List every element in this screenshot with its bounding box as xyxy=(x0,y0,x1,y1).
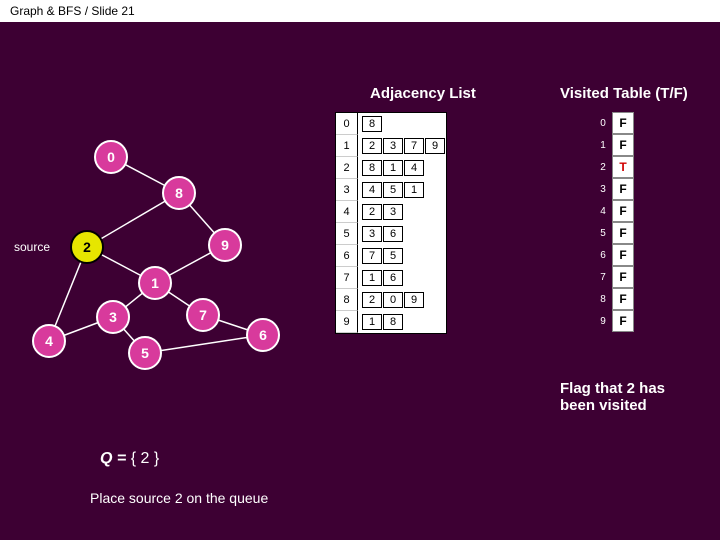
adj-cell: 1 xyxy=(383,160,403,176)
visited-row: 9F xyxy=(594,310,634,332)
visited-index: 0 xyxy=(594,112,612,134)
adj-cell: 3 xyxy=(383,204,403,220)
queue-line: Q = { 2 } xyxy=(100,450,159,468)
adj-row: 536 xyxy=(336,223,446,245)
visited-cell: F xyxy=(612,310,634,332)
adj-cell: 4 xyxy=(362,182,382,198)
node-9: 9 xyxy=(208,228,242,262)
adj-cell: 3 xyxy=(362,226,382,242)
adj-index: 2 xyxy=(336,157,358,179)
adj-cell: 7 xyxy=(362,248,382,264)
visited-row: 2T xyxy=(594,156,634,178)
visited-row: 1F xyxy=(594,134,634,156)
adj-cell: 1 xyxy=(362,270,382,286)
node-0: 0 xyxy=(94,140,128,174)
slide-header: Graph & BFS / Slide 21 xyxy=(0,0,720,22)
adj-row: 675 xyxy=(336,245,446,267)
node-2: 2 xyxy=(70,230,104,264)
visited-row: 4F xyxy=(594,200,634,222)
adj-index: 4 xyxy=(336,201,358,223)
adj-index: 1 xyxy=(336,135,358,157)
visited-table: 0F1F2T3F4F5F6F7F8F9F xyxy=(594,112,634,332)
adj-cell: 6 xyxy=(383,270,403,286)
visited-cell: F xyxy=(612,222,634,244)
adj-cell: 9 xyxy=(425,138,445,154)
adj-row: 2814 xyxy=(336,157,446,179)
adj-row: 716 xyxy=(336,267,446,289)
visited-cell: F xyxy=(612,288,634,310)
visited-index: 1 xyxy=(594,134,612,156)
adj-cell: 2 xyxy=(362,138,382,154)
node-8: 8 xyxy=(162,176,196,210)
adj-index: 9 xyxy=(336,311,358,333)
visited-row: 6F xyxy=(594,244,634,266)
node-6: 6 xyxy=(246,318,280,352)
visited-index: 7 xyxy=(594,266,612,288)
visited-cell: F xyxy=(612,266,634,288)
adj-index: 3 xyxy=(336,179,358,201)
adj-row: 12379 xyxy=(336,135,446,157)
adj-index: 6 xyxy=(336,245,358,267)
visited-row: 7F xyxy=(594,266,634,288)
visited-index: 6 xyxy=(594,244,612,266)
adj-index: 5 xyxy=(336,223,358,245)
adjacency-list: 0812379281434514235366757168209918 xyxy=(335,112,447,334)
visited-index: 3 xyxy=(594,178,612,200)
visited-cell: F xyxy=(612,244,634,266)
adj-index: 8 xyxy=(336,289,358,311)
adj-cell: 8 xyxy=(362,116,382,132)
flag-annotation: Flag that 2 has been visited xyxy=(560,380,700,414)
node-4: 4 xyxy=(32,324,66,358)
visited-cell: F xyxy=(612,200,634,222)
queue-content: { 2 } xyxy=(131,450,159,467)
node-3: 3 xyxy=(96,300,130,334)
adj-cell: 7 xyxy=(404,138,424,154)
adjacency-title: Adjacency List xyxy=(370,85,476,102)
adj-cell: 5 xyxy=(383,182,403,198)
visited-row: 8F xyxy=(594,288,634,310)
adj-cell: 9 xyxy=(404,292,424,308)
visited-title: Visited Table (T/F) xyxy=(560,85,688,102)
adj-index: 7 xyxy=(336,267,358,289)
visited-cell: F xyxy=(612,112,634,134)
visited-index: 8 xyxy=(594,288,612,310)
visited-row: 0F xyxy=(594,112,634,134)
visited-index: 5 xyxy=(594,222,612,244)
visited-cell: F xyxy=(612,134,634,156)
adj-row: 3451 xyxy=(336,179,446,201)
adj-cell: 1 xyxy=(404,182,424,198)
adj-cell: 8 xyxy=(362,160,382,176)
visited-index: 2 xyxy=(594,156,612,178)
source-label: source xyxy=(14,240,50,254)
adj-cell: 5 xyxy=(383,248,403,264)
visited-index: 4 xyxy=(594,200,612,222)
node-7: 7 xyxy=(186,298,220,332)
node-1: 1 xyxy=(138,266,172,300)
visited-row: 3F xyxy=(594,178,634,200)
adj-index: 0 xyxy=(336,113,358,135)
adj-cell: 3 xyxy=(383,138,403,154)
adj-row: 423 xyxy=(336,201,446,223)
place-caption: Place source 2 on the queue xyxy=(90,490,268,506)
adj-cell: 1 xyxy=(362,314,382,330)
node-5: 5 xyxy=(128,336,162,370)
adj-row: 08 xyxy=(336,113,446,135)
queue-label: Q = xyxy=(100,450,131,467)
adj-cell: 4 xyxy=(404,160,424,176)
adj-cell: 8 xyxy=(383,314,403,330)
adj-cell: 6 xyxy=(383,226,403,242)
adj-row: 918 xyxy=(336,311,446,333)
visited-index: 9 xyxy=(594,310,612,332)
adj-cell: 2 xyxy=(362,292,382,308)
visited-cell: T xyxy=(612,156,634,178)
adj-cell: 2 xyxy=(362,204,382,220)
adj-row: 8209 xyxy=(336,289,446,311)
adj-cell: 0 xyxy=(383,292,403,308)
visited-row: 5F xyxy=(594,222,634,244)
visited-cell: F xyxy=(612,178,634,200)
